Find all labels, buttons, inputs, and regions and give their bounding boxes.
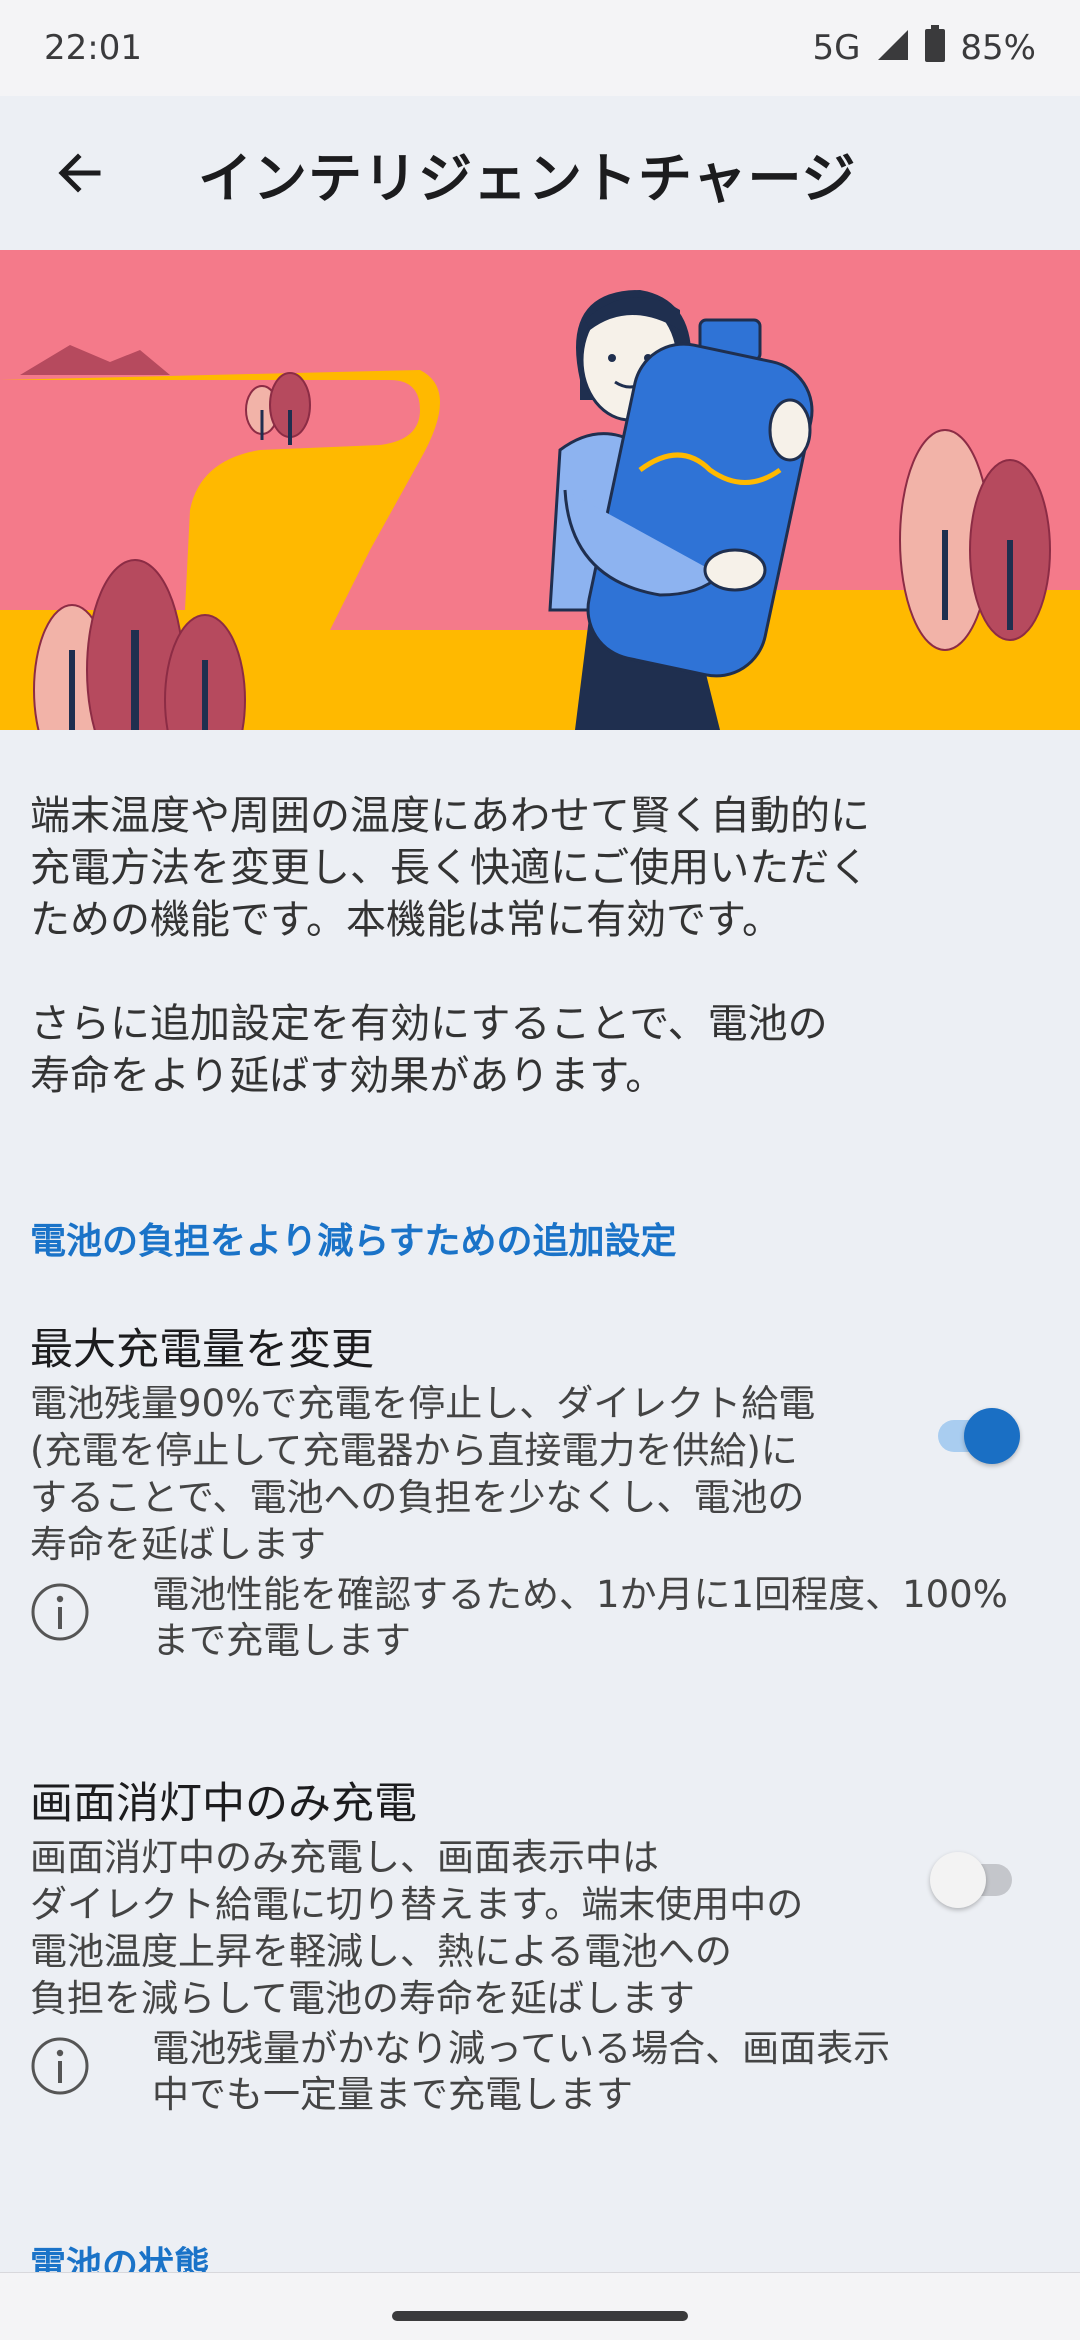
setting-title: 画面消灯中のみ充電	[30, 1779, 417, 1829]
app-bar: インテリジェントチャージ	[0, 96, 1080, 250]
home-gesture-handle[interactable]	[392, 2311, 688, 2321]
status-indicators: 5G 85%	[812, 24, 1036, 72]
hero-illustration	[0, 250, 1080, 730]
info-text: 電池残量がかなり減っている場合、画面表示 中でも一定量まで充電します	[152, 2027, 891, 2116]
status-time: 22:01	[44, 28, 142, 68]
setting-description: 画面消灯中のみ充電し、画面表示中は ダイレクト給電に切り替えます。端末使用中の …	[30, 1836, 804, 2020]
charge-screen-off-toggle[interactable]	[930, 1844, 1020, 1914]
main-content: 端末温度や周囲の温度にあわせて賢く自動的に 充電方法を変更し、長く快適にご使用い…	[0, 730, 1080, 2118]
intro-paragraph-1: 端末温度や周囲の温度にあわせて賢く自動的に 充電方法を変更し、長く快適にご使用い…	[30, 793, 870, 943]
network-type: 5G	[812, 28, 861, 68]
info-text: 電池性能を確認するため、1か月に1回程度、100% まで充電します	[152, 1573, 1008, 1662]
info-icon	[31, 2037, 89, 2095]
battery-icon	[924, 24, 946, 72]
setting-info: 電池残量がかなり減っている場合、画面表示 中でも一定量まで充電します	[30, 2026, 1050, 2118]
toggle-thumb	[964, 1408, 1020, 1464]
toggle-thumb	[930, 1852, 986, 1908]
section-header-additional-settings: 電池の負担をより減らすための追加設定	[30, 1221, 677, 1262]
setting-title: 最大充電量を変更	[30, 1325, 374, 1375]
info-icon	[31, 1583, 89, 1641]
status-bar: 22:01 5G 85%	[0, 0, 1080, 96]
intro-description: 端末温度や周囲の温度にあわせて賢く自動的に 充電方法を変更し、長く快適にご使用い…	[30, 790, 1050, 1102]
back-button[interactable]	[30, 123, 130, 223]
battery-percentage: 85%	[960, 28, 1036, 68]
setting-charge-screen-off[interactable]: 画面消灯中のみ充電 画面消灯中のみ充電し、画面表示中は ダイレクト給電に切り替え…	[30, 1774, 1050, 2118]
navigation-bar	[0, 2272, 1080, 2340]
page-title: インテリジェントチャージ	[198, 146, 857, 210]
setting-max-charge[interactable]: 最大充電量を変更 電池残量90%で充電を停止し、ダイレクト給電 (充電を停止して…	[30, 1320, 1050, 1664]
intro-paragraph-2: さらに追加設定を有効にすることで、電池の 寿命をより延ばす効果があります。	[30, 1001, 828, 1099]
arrow-left-icon	[58, 153, 101, 193]
setting-info: 電池性能を確認するため、1か月に1回程度、100% まで充電します	[30, 1572, 1050, 1664]
max-charge-toggle[interactable]	[930, 1400, 1020, 1470]
setting-description: 電池残量90%で充電を停止し、ダイレクト給電 (充電を停止して充電器から直接電力…	[30, 1382, 816, 1566]
signal-icon	[874, 26, 910, 71]
